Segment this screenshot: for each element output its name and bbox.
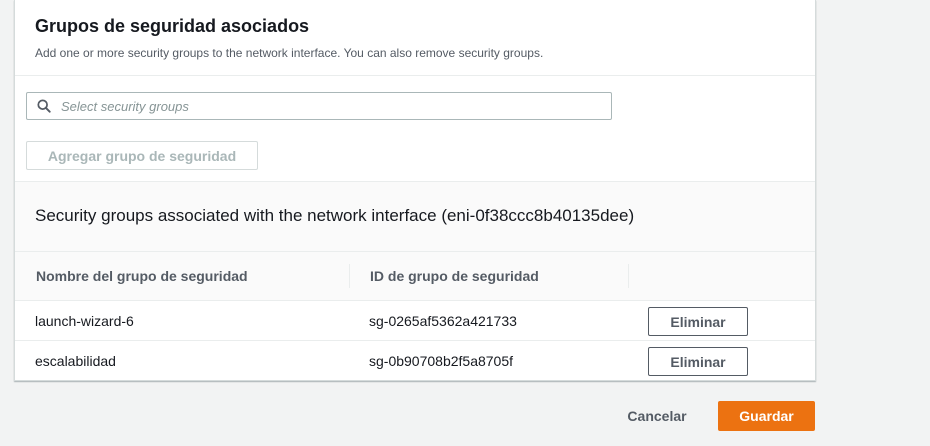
column-header-name: Nombre del grupo de seguridad [36, 268, 248, 284]
panel-title: Grupos de seguridad asociados [35, 16, 310, 36]
search-input[interactable] [61, 98, 581, 114]
column-header-id: ID de grupo de seguridad [370, 268, 539, 284]
security-group-name: launch-wizard-6 [35, 313, 134, 329]
search-icon [37, 99, 51, 113]
remove-button[interactable]: Eliminar [648, 307, 748, 336]
remove-button[interactable]: Eliminar [648, 347, 748, 376]
add-security-group-button[interactable]: Agregar grupo de seguridad [26, 141, 258, 170]
security-group-id: sg-0b90708b2f5a8705f [369, 353, 514, 369]
associated-groups-header: Security groups associated with the netw… [15, 182, 815, 252]
column-divider[interactable] [628, 264, 629, 288]
security-group-search[interactable] [26, 92, 612, 120]
security-group-id: sg-0265af5362a421733 [369, 313, 517, 329]
security-group-name: escalabilidad [35, 353, 116, 369]
security-groups-panel: Grupos de seguridad asociados Add one or… [14, 0, 816, 381]
associated-groups-title: Security groups associated with the netw… [35, 206, 635, 225]
table-header: Nombre del grupo de seguridad ID de grup… [15, 252, 815, 301]
cancel-button[interactable]: Cancelar [612, 401, 702, 431]
save-button[interactable]: Guardar [718, 401, 815, 431]
column-divider[interactable] [349, 264, 350, 288]
panel-header: Grupos de seguridad asociados Add one or… [15, 0, 815, 76]
table-row: launch-wizard-6 sg-0265af5362a421733 Eli… [15, 301, 815, 341]
associated-groups-section: Security groups associated with the netw… [15, 181, 815, 380]
panel-description: Add one or more security groups to the n… [35, 46, 544, 60]
table-row: escalabilidad sg-0b90708b2f5a8705f Elimi… [15, 341, 815, 381]
